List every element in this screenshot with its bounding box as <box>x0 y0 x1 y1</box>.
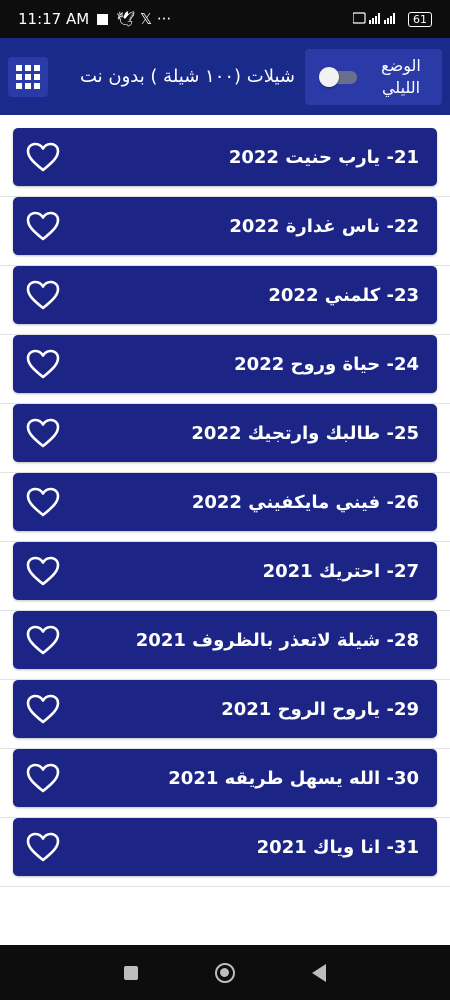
song-title: 30- الله يسهل طريقه 2021 <box>168 767 419 789</box>
song-card[interactable]: 26- فيني مايكفيني 2022 <box>13 473 437 531</box>
night-mode-toggle[interactable] <box>319 66 359 87</box>
song-title: 21- يارب حنيت 2022 <box>228 146 419 168</box>
song-list: 21- يارب حنيت 2022 22- ناس غدارة 2022 23- … <box>0 115 450 887</box>
song-card[interactable]: 31- انا وياك 2021 <box>13 818 437 876</box>
song-card[interactable]: 27- احتريك 2021 <box>13 542 437 600</box>
night-mode-control: الوضع الليلي <box>305 48 442 105</box>
song-card[interactable]: 21- يارب حنيت 2022 <box>13 128 437 186</box>
status-time: 11:17 AM <box>18 10 90 28</box>
grid-icon <box>16 64 40 89</box>
network-icon <box>352 11 401 28</box>
heart-icon[interactable] <box>25 141 61 173</box>
song-card[interactable]: 30- الله يسهل طريقه 2021 <box>13 749 437 807</box>
status-left: 11:17 AM 🕊 𝕏 ··· <box>18 10 171 28</box>
song-card[interactable]: 23- كلمني 2022 <box>13 266 437 324</box>
list-item: 31- انا وياك 2021 <box>0 818 450 887</box>
song-card[interactable]: 29- ياروح الروح 2021 <box>13 680 437 738</box>
heart-icon[interactable] <box>25 831 61 863</box>
list-item: 22- ناس غدارة 2022 <box>0 197 450 266</box>
song-title: 27- احتريك 2021 <box>262 560 419 582</box>
heart-icon[interactable] <box>25 555 61 587</box>
heart-icon[interactable] <box>25 279 61 311</box>
list-item: 24- حياة وروح 2022 <box>0 335 450 404</box>
list-item: 23- كلمني 2022 <box>0 266 450 335</box>
notification-square-icon <box>97 13 109 25</box>
heart-icon[interactable] <box>25 210 61 242</box>
song-card[interactable]: 25- طالبك وارتجيك 2022 <box>13 404 437 462</box>
app-bar: شيلات (١٠٠ شيلة ) بدون نت الوضع الليلي <box>0 38 450 115</box>
list-item: 30- الله يسهل طريقه 2021 <box>0 749 450 818</box>
song-title: 26- فيني مايكفيني 2022 <box>191 491 419 513</box>
recents-button[interactable] <box>123 965 138 980</box>
system-nav-bar <box>0 945 450 1000</box>
heart-icon[interactable] <box>25 762 61 794</box>
list-item: 25- طالبك وارتجيك 2022 <box>0 404 450 473</box>
song-card[interactable]: 24- حياة وروح 2022 <box>13 335 437 393</box>
song-title: 22- ناس غدارة 2022 <box>229 215 419 237</box>
night-mode-label: الوضع الليلي <box>381 55 421 97</box>
heart-icon[interactable] <box>25 348 61 380</box>
list-item: 27- احتريك 2021 <box>0 542 450 611</box>
back-button[interactable] <box>312 963 327 982</box>
heart-icon[interactable] <box>25 624 61 656</box>
list-item: 29- ياروح الروح 2021 <box>0 680 450 749</box>
song-title: 24- حياة وروح 2022 <box>234 353 419 375</box>
menu-grid-button[interactable] <box>8 56 48 97</box>
home-button[interactable] <box>214 962 235 983</box>
battery-icon: 61 <box>408 11 432 27</box>
song-title: 23- كلمني 2022 <box>268 284 419 306</box>
song-card[interactable]: 22- ناس غدارة 2022 <box>13 197 437 255</box>
status-bar: 11:17 AM 🕊 𝕏 ··· 61 <box>0 0 450 38</box>
song-card[interactable]: 28- شيلة لاتعذر بالظروف 2021 <box>13 611 437 669</box>
heart-icon[interactable] <box>25 417 61 449</box>
song-title: 25- طالبك وارتجيك 2022 <box>191 422 419 444</box>
heart-icon[interactable] <box>25 693 61 725</box>
song-title: 29- ياروح الروح 2021 <box>221 698 419 720</box>
page-title: شيلات (١٠٠ شيلة ) بدون نت <box>79 66 295 87</box>
song-title: 31- انا وياك 2021 <box>256 836 419 858</box>
heart-icon[interactable] <box>25 486 61 518</box>
list-item: 28- شيلة لاتعذر بالظروف 2021 <box>0 611 450 680</box>
list-item: 26- فيني مايكفيني 2022 <box>0 473 450 542</box>
song-title: 28- شيلة لاتعذر بالظروف 2021 <box>135 629 419 651</box>
notification-icons: 🕊 𝕏 ··· <box>116 10 172 28</box>
status-right: 61 <box>352 11 432 28</box>
list-item: 21- يارب حنيت 2022 <box>0 128 450 197</box>
